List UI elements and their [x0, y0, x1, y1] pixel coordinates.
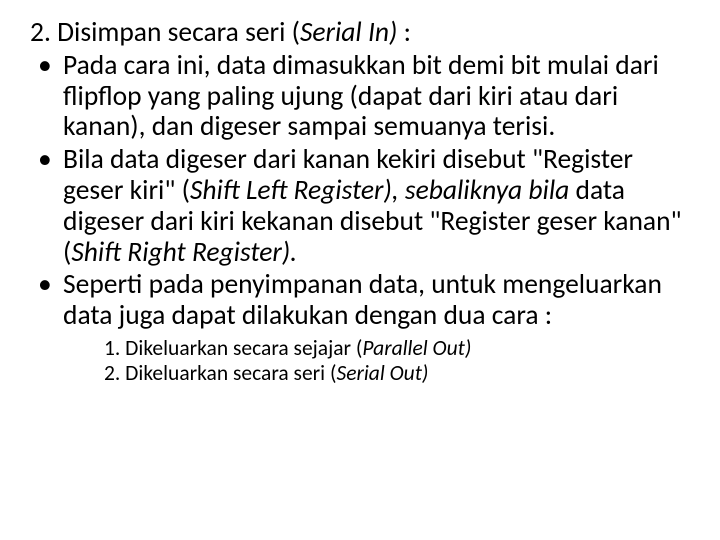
heading-text-2: :	[404, 16, 411, 49]
bullet-italic: Shift Right Register).	[71, 236, 297, 269]
sub-text: 2. Dikeluarkan secara seri (	[104, 360, 336, 386]
list-item: Bila data digeser dari kanan kekiri dise…	[30, 145, 690, 268]
heading-text-1: 2. Disimpan secara seri (	[30, 16, 300, 49]
sub-list: 1. Dikeluarkan secara sejajar (Parallel …	[30, 336, 690, 387]
sub-text: 1. Dikeluarkan secara sejajar (	[104, 335, 362, 361]
bullet-italic: Shift Left Register), sebaliknya bila	[190, 174, 576, 207]
list-item: Seperti pada penyimpanan data, untuk men…	[30, 270, 690, 332]
sub-list-item: 1. Dikeluarkan secara sejajar (Parallel …	[104, 336, 690, 361]
heading-italic: Serial In)	[300, 16, 404, 49]
sub-list-item: 2. Dikeluarkan secara seri (Serial Out)	[104, 361, 690, 386]
bullet-text: Pada cara ini, data dimasukkan bit demi …	[63, 49, 659, 144]
bullet-list: Pada cara ini, data dimasukkan bit demi …	[30, 51, 690, 332]
sub-italic: Serial Out)	[336, 360, 428, 386]
sub-italic: Parallel Out)	[362, 335, 471, 361]
bullet-text: Seperti pada penyimpanan data, untuk men…	[63, 268, 662, 332]
section-heading: 2. Disimpan secara seri (Serial In) :	[30, 18, 690, 49]
list-item: Pada cara ini, data dimasukkan bit demi …	[30, 51, 690, 143]
